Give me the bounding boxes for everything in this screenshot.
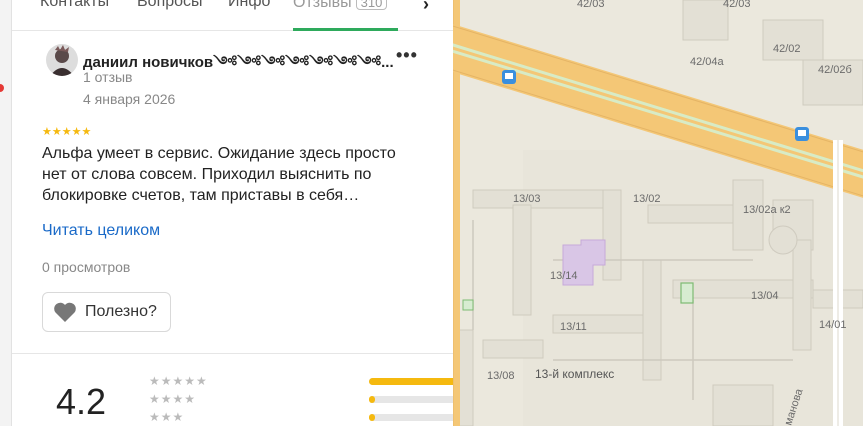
indicator-dot (0, 84, 4, 92)
map-label: 13/02 (633, 193, 661, 205)
tab-questions[interactable]: Вопросы (137, 0, 203, 11)
map-label: 42/02б (818, 64, 852, 76)
views-count: 0 просмотров (42, 259, 131, 275)
rating-row-stars: ★★★★ (149, 392, 197, 406)
map-label: 13/03 (513, 193, 541, 205)
map-label: 42/03 (577, 0, 605, 10)
avatar[interactable] (46, 44, 78, 76)
map-label: 13/08 (487, 370, 515, 382)
map-label: 42/04а (690, 56, 725, 68)
rating-bar-fill (369, 378, 453, 385)
useful-button[interactable]: Полезно? (42, 292, 171, 332)
active-tab-indicator (293, 28, 398, 31)
map-label: 42/02 (773, 43, 801, 55)
author-reviews-count: 1 отзыв (83, 69, 133, 85)
tab-info[interactable]: Инфо (228, 0, 270, 11)
review-text: Альфа умеет в сервис. Ожидание здесь про… (42, 145, 396, 204)
rating-bar (369, 396, 453, 403)
chevron-right-icon[interactable]: › (423, 0, 429, 15)
map-label: 13/11 (560, 321, 587, 333)
map-label: 13/04 (751, 290, 779, 302)
overall-rating: 4.2 (56, 381, 107, 422)
review-stars: ★★★★★ (42, 126, 92, 138)
divider (12, 353, 453, 354)
map-district-label: 13-й комплекс (535, 367, 614, 381)
map-view[interactable]: 42/03 42/03 42/02 42/04а 42/02б 13/03 13… (453, 0, 863, 426)
tab-bar: Контакты Вопросы Инфо Отзывы 310 › (12, 0, 453, 31)
useful-label: Полезно? (85, 303, 157, 320)
rating-bar-fill (369, 396, 375, 403)
rating-bar (369, 414, 453, 421)
heart-icon (54, 302, 76, 322)
map-label: 13/14 (550, 270, 578, 282)
tab-reviews-badge: 310 (355, 0, 388, 10)
reviews-panel: Контакты Вопросы Инфо Отзывы 310 › даниил… (12, 0, 453, 426)
rating-row-stars: ★★★ (149, 410, 185, 424)
rating-row-stars: ★★★★★ (149, 374, 208, 388)
map-label: 14/01 (819, 319, 847, 331)
map-label: 13/02а к2 (743, 204, 791, 216)
tab-reviews[interactable]: Отзывы 310 (293, 0, 388, 12)
read-more-link[interactable]: Читать целиком (42, 222, 160, 240)
side-strip (0, 0, 12, 426)
rating-bar-fill (369, 414, 375, 421)
more-dots-icon[interactable]: ••• (396, 45, 418, 66)
rating-bar (369, 378, 453, 385)
tab-contacts[interactable]: Контакты (40, 0, 109, 11)
map-label: 42/03 (723, 0, 751, 10)
tab-reviews-label: Отзывы (293, 0, 352, 11)
review-date: 4 января 2026 (83, 91, 176, 107)
